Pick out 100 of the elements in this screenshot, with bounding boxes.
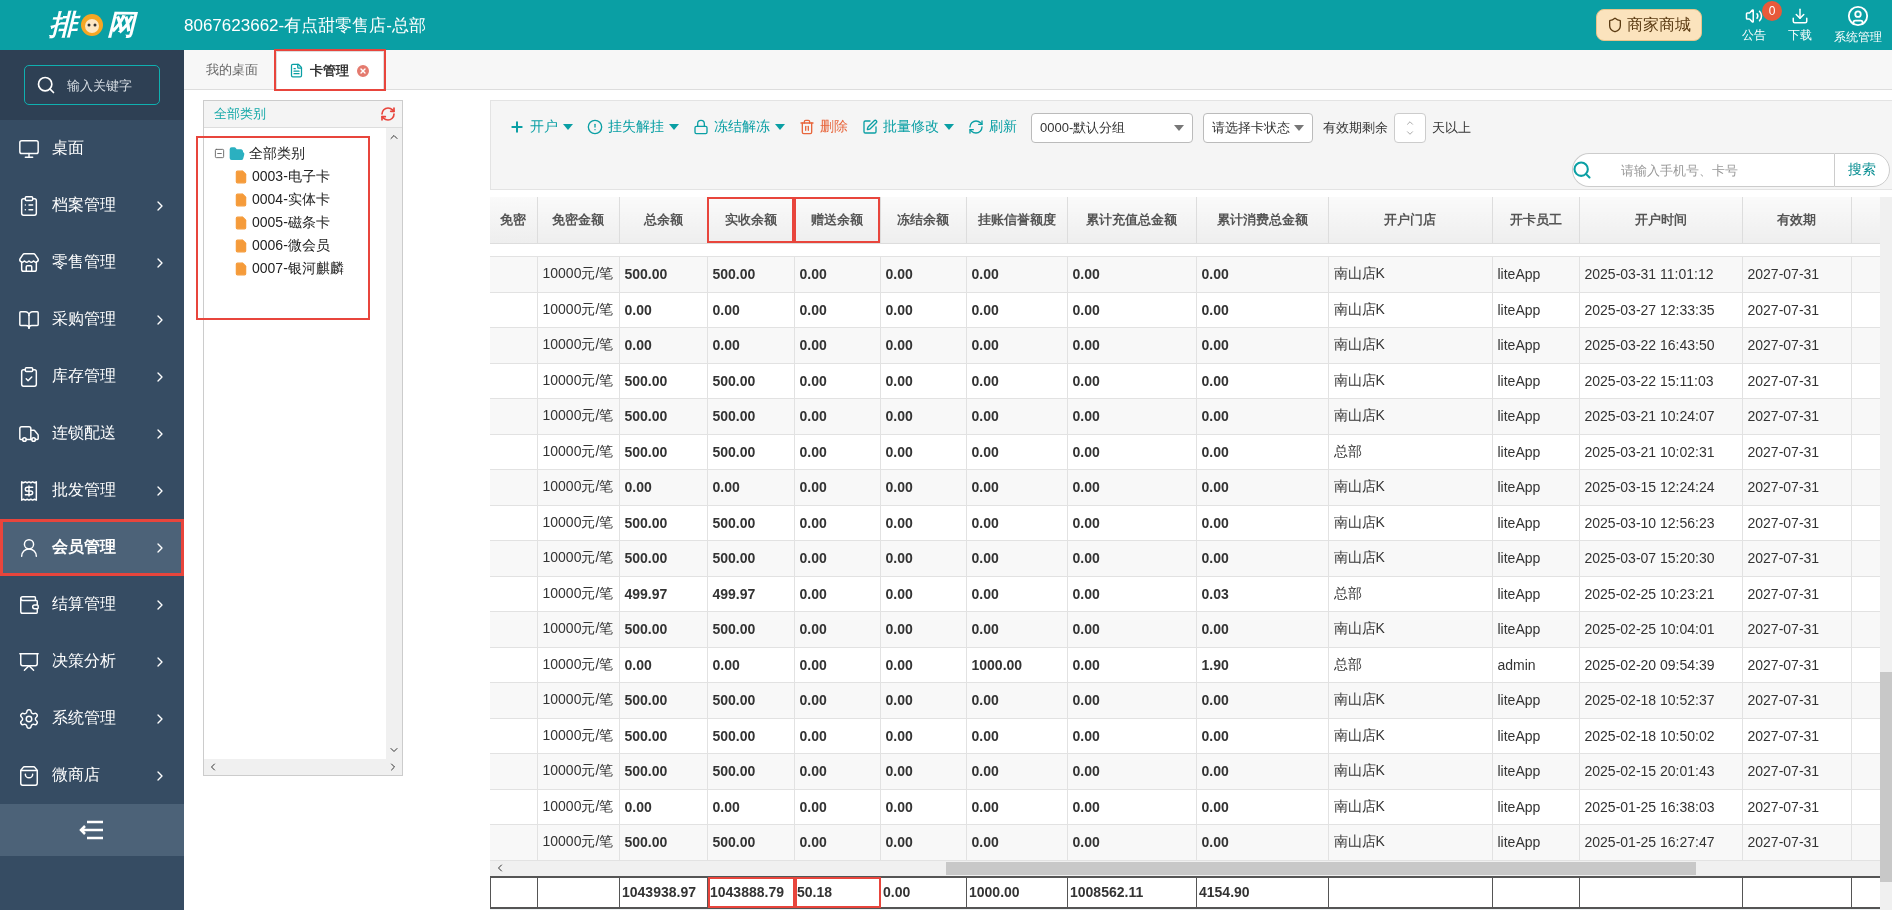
table-cell: 500.00	[707, 256, 794, 292]
table-cell: 0.00	[794, 576, 880, 612]
table-cell: 0.00	[880, 824, 966, 860]
table-cell: 0.00	[1196, 824, 1328, 860]
group-select[interactable]: 0000-默认分组	[1031, 113, 1193, 143]
tree-node[interactable]: 0007-银河麒麟	[214, 257, 368, 280]
table-cell: 0.00	[1067, 398, 1196, 434]
table-cell: 500.00	[707, 682, 794, 718]
scrollbar[interactable]	[386, 128, 402, 759]
table-cell: 500.00	[619, 824, 707, 860]
table-cell: 2027-07-31	[1742, 327, 1851, 363]
table-cell: 0.00	[1196, 540, 1328, 576]
book-icon	[18, 308, 40, 331]
table-cell: liteApp	[1492, 434, 1579, 470]
tree-node[interactable]: 0005-磁条卡	[214, 211, 368, 234]
days-spinner[interactable]	[1394, 113, 1426, 143]
table-cell: 2025-03-27 12:33:35	[1579, 292, 1742, 328]
shield-icon	[1607, 17, 1623, 33]
collapse-menu-button[interactable]	[0, 804, 184, 856]
table-cell: 0.00	[966, 292, 1067, 328]
table-cell: 南山店K	[1328, 469, 1492, 505]
collapse-icon[interactable]	[214, 148, 225, 159]
table-cell: 2025-03-31 11:01:12	[1579, 256, 1742, 292]
tree-node[interactable]: 0004-实体卡	[214, 188, 368, 211]
shopping-bag-icon	[18, 764, 40, 787]
tab[interactable]: 卡管理	[276, 51, 384, 89]
table-cell: 0.00	[1196, 363, 1328, 399]
search-button[interactable]: 搜索	[1834, 153, 1890, 187]
mall-button[interactable]: 商家商城	[1596, 9, 1702, 41]
download-icon	[1791, 6, 1809, 25]
table-cell: 0.00	[1067, 824, 1196, 860]
table-cell: 0.00	[794, 327, 880, 363]
table-cell: 10000元/笔	[537, 789, 619, 825]
menu-item[interactable]: 决策分析	[0, 633, 184, 690]
menu-item[interactable]: 连锁配送	[0, 405, 184, 462]
tree-node[interactable]: 0006-微会员	[214, 234, 368, 257]
table-cell: 2025-02-18 10:50:02	[1579, 718, 1742, 754]
menu-item[interactable]: 系统管理	[0, 690, 184, 747]
table-cell: 10000元/笔	[537, 824, 619, 860]
table-cell: 500.00	[707, 363, 794, 399]
table-cell: 0.00	[966, 611, 1067, 647]
search-field[interactable]: 请输入手机号、卡号	[1572, 153, 1834, 187]
caret-icon	[1174, 125, 1184, 131]
file-icon	[234, 192, 248, 207]
clipboard-check-icon	[18, 365, 40, 388]
table-cell: 0.00	[1196, 327, 1328, 363]
column-header: 冻结余额	[880, 197, 966, 243]
tree-node[interactable]: 全部类别	[214, 142, 368, 165]
table-cell: 0.00	[1196, 789, 1328, 825]
table-cell: 0.00	[880, 505, 966, 541]
table-cell: 0.00	[794, 363, 880, 399]
plus-icon	[509, 119, 525, 135]
menu-item[interactable]: 会员管理	[0, 519, 184, 576]
refresh-icon[interactable]	[380, 106, 396, 122]
table-cell: 0.00	[619, 292, 707, 328]
table-cell: 10000元/笔	[537, 363, 619, 399]
table-cell: 南山店K	[1328, 256, 1492, 292]
table-cell: 0.00	[880, 789, 966, 825]
menu-item[interactable]: 微商店	[0, 747, 184, 804]
scrollbar[interactable]	[204, 759, 402, 775]
menu-item[interactable]: 结算管理	[0, 576, 184, 633]
arrow-down-icon[interactable]	[1405, 128, 1415, 138]
scrollbar[interactable]	[1880, 197, 1892, 910]
table-cell: 2025-02-25 10:04:01	[1579, 611, 1742, 647]
table-cell: 南山店K	[1328, 753, 1492, 789]
table-cell: 0.00	[794, 540, 880, 576]
tab[interactable]: 我的桌面	[194, 51, 270, 89]
table-cell: 2027-07-31	[1742, 789, 1851, 825]
menu-item[interactable]: 采购管理	[0, 291, 184, 348]
table-cell: 南山店K	[1328, 505, 1492, 541]
close-icon[interactable]	[355, 62, 371, 79]
menu-item[interactable]: 档案管理	[0, 177, 184, 234]
table-cell: 0.00	[966, 540, 1067, 576]
table-cell: liteApp	[1492, 824, 1579, 860]
column-header: 免密	[490, 197, 537, 243]
table-cell: 0.00	[619, 647, 707, 683]
menu-item[interactable]: 桌面	[0, 120, 184, 177]
menu-search-field[interactable]: 输入关键字	[24, 65, 160, 105]
table-cell: 0.00	[880, 753, 966, 789]
presentation-icon	[18, 650, 40, 673]
table-cell: liteApp	[1492, 505, 1579, 541]
table-cell: 2027-07-31	[1742, 824, 1851, 860]
table-cell: 0.00	[1196, 292, 1328, 328]
tree-node[interactable]: 0003-电子卡	[214, 165, 368, 188]
table-cell: liteApp	[1492, 789, 1579, 825]
table-cell: 0.00	[1067, 292, 1196, 328]
arrow-up-icon[interactable]	[1405, 118, 1415, 128]
column-header: 免密金额	[537, 197, 619, 243]
table-cell: 南山店K	[1328, 327, 1492, 363]
table-cell: 0.00	[1196, 718, 1328, 754]
table-cell: 500.00	[619, 540, 707, 576]
table-cell: 2025-03-21 10:24:07	[1579, 398, 1742, 434]
status-select[interactable]: 请选择卡状态	[1203, 113, 1313, 143]
table-cell: 0.00	[880, 576, 966, 612]
table-cell: 2027-07-31	[1742, 682, 1851, 718]
store-title: 8067623662-有点甜零售店-总部	[184, 14, 426, 37]
menu-item[interactable]: 库存管理	[0, 348, 184, 405]
menu-item[interactable]: 批发管理	[0, 462, 184, 519]
menu-item[interactable]: 零售管理	[0, 234, 184, 291]
table-cell: 0.00	[880, 327, 966, 363]
